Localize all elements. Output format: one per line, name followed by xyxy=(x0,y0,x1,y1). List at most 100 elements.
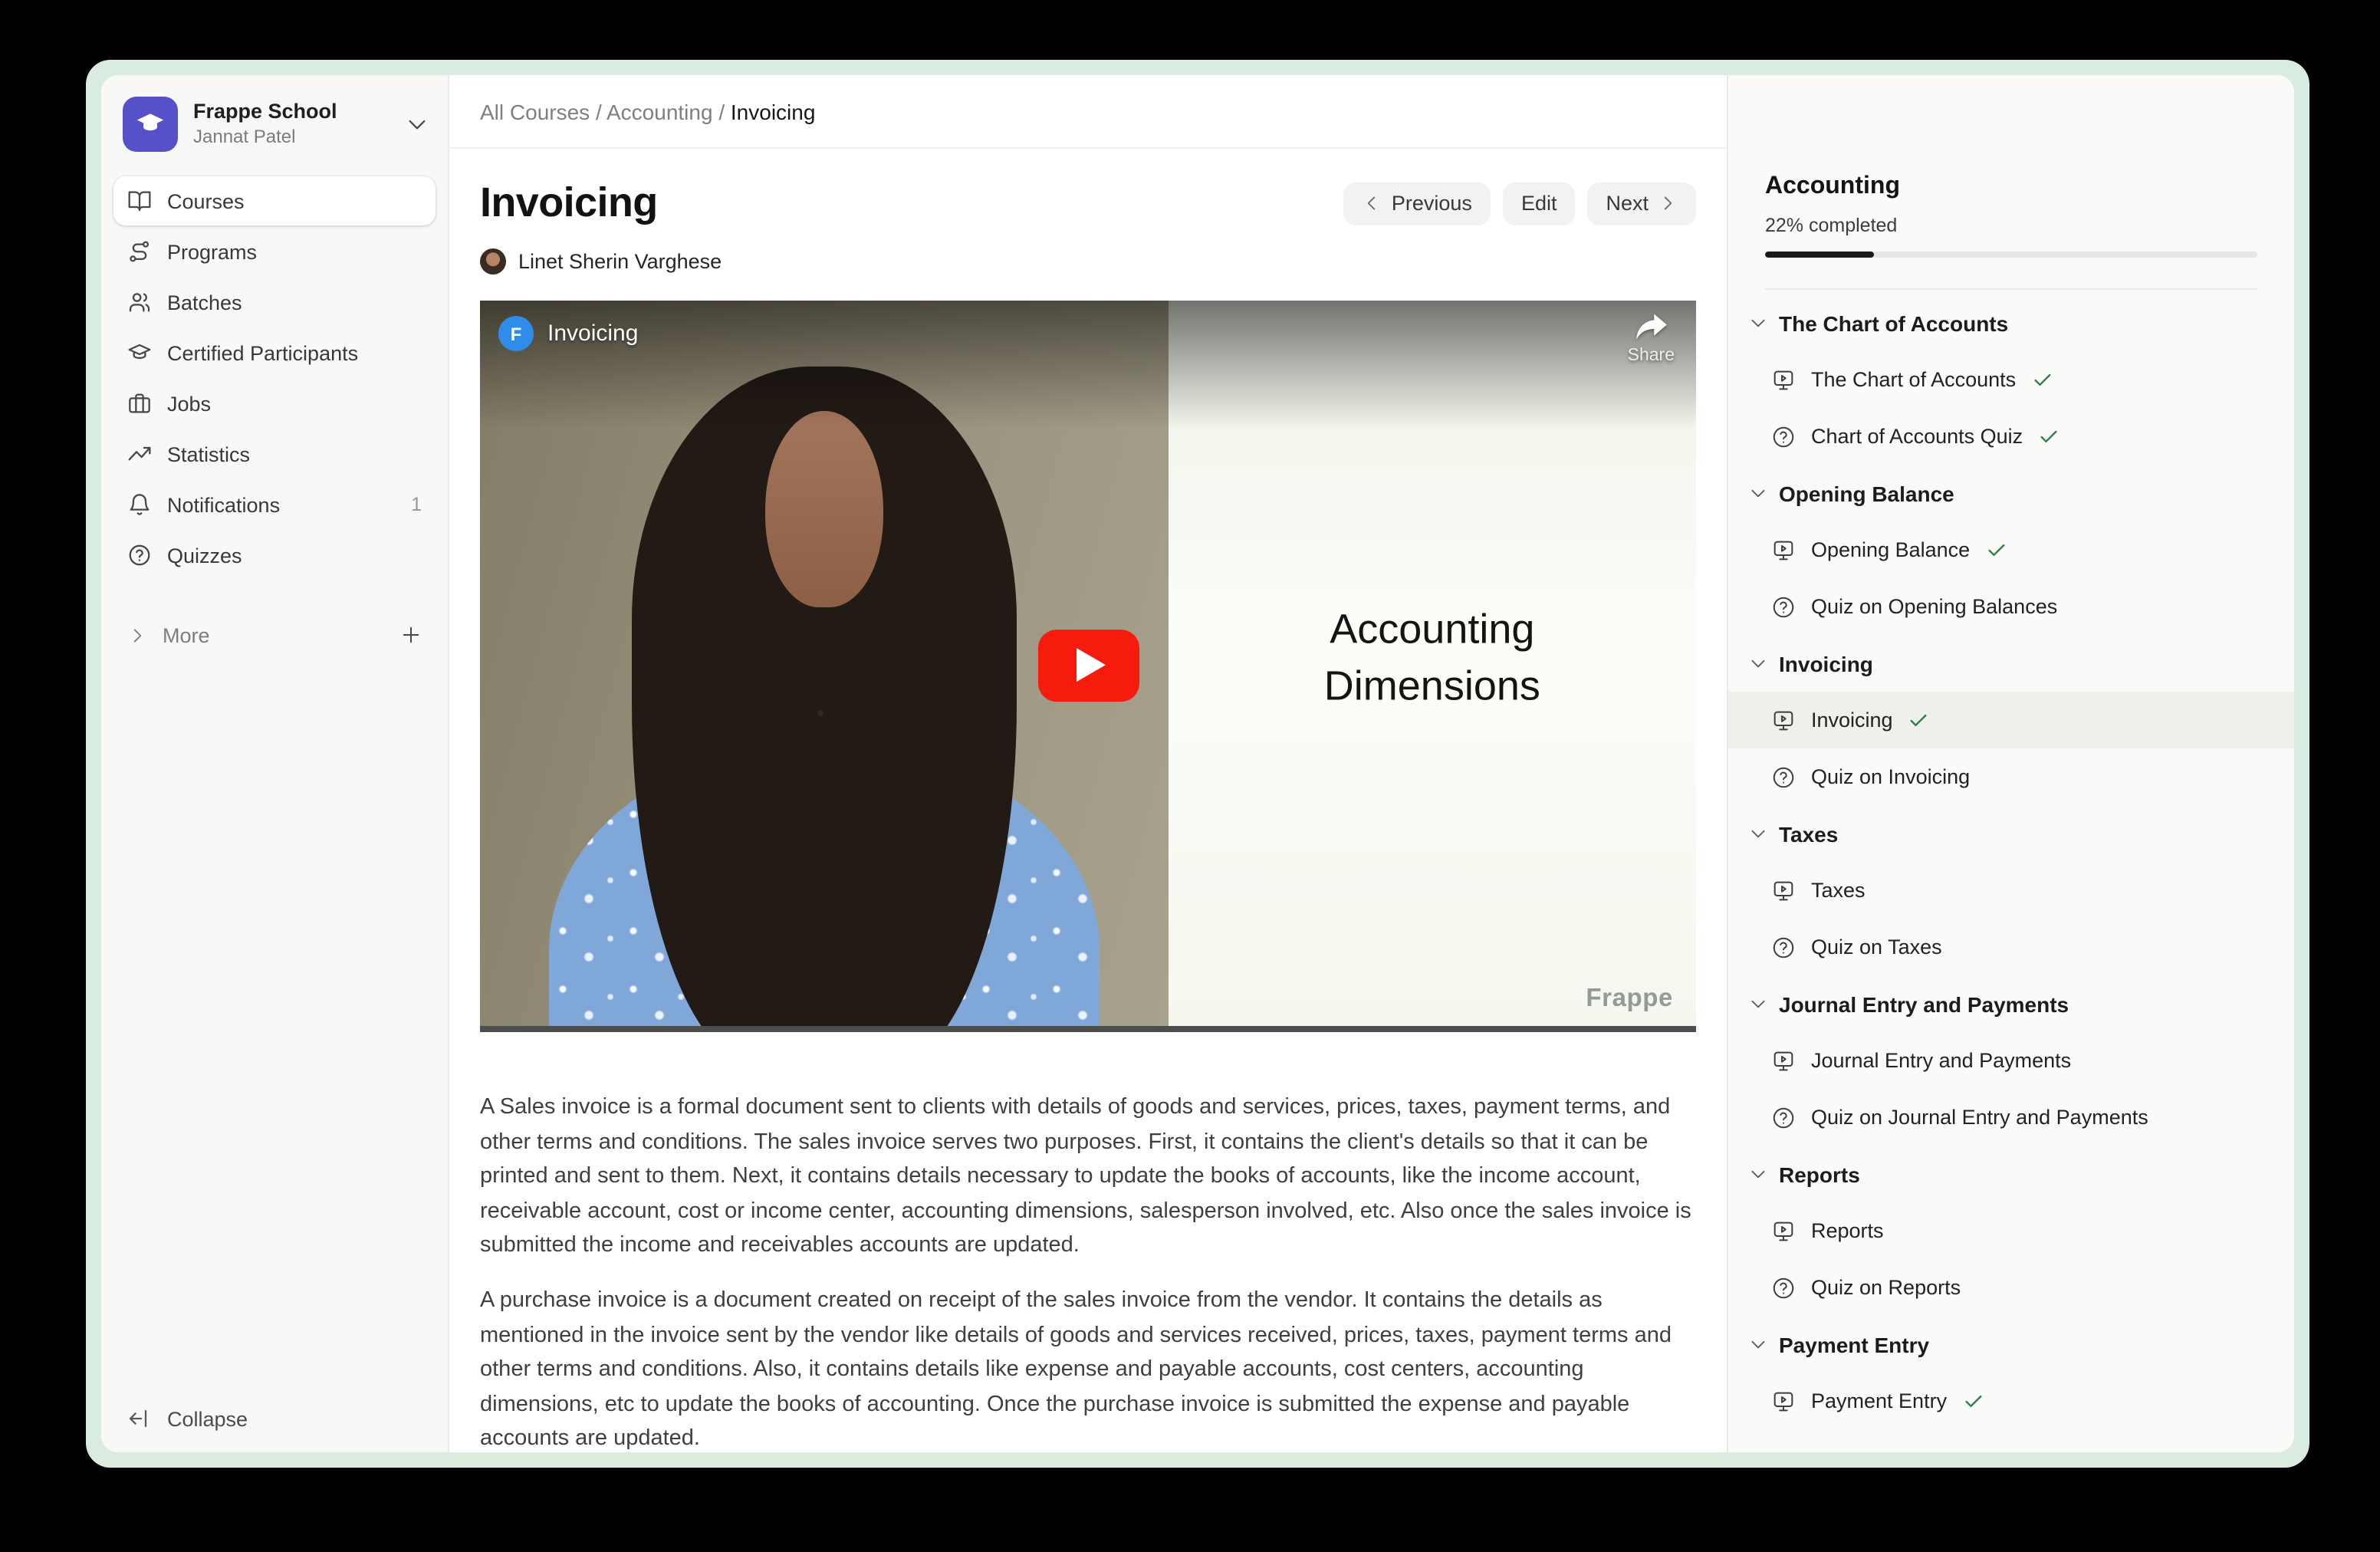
outline-item-label: The Chart of Accounts xyxy=(1811,368,2016,391)
sidebar-item-label: Courses xyxy=(167,189,245,212)
app-window: Frappe School Jannat Patel Courses Progr… xyxy=(101,75,2294,1452)
page-title: Invoicing xyxy=(480,179,658,227)
quiz-help-icon xyxy=(1771,594,1796,619)
progress-bar xyxy=(1765,252,2257,258)
outline-section-chart-of-accounts[interactable]: The Chart of Accounts xyxy=(1728,294,2294,351)
previous-label: Previous xyxy=(1392,192,1472,215)
video-top-gradient xyxy=(480,301,1696,429)
video-progress-bar[interactable] xyxy=(480,1026,1696,1032)
next-button[interactable]: Next xyxy=(1587,182,1696,225)
share-button[interactable]: Share xyxy=(1628,313,1675,365)
lesson-monitor-icon xyxy=(1771,1218,1796,1243)
outline-item-label: Reports xyxy=(1811,1219,1884,1242)
outline-item-lesson[interactable]: Reports xyxy=(1728,1202,2294,1259)
sidebar-item-more[interactable]: More xyxy=(113,610,436,659)
chevron-left-icon xyxy=(1363,193,1382,213)
outline-item-label: Quiz on Invoicing xyxy=(1811,765,1970,788)
outline-item-label: Invoicing xyxy=(1811,709,1893,732)
paragraph: A purchase invoice is a document created… xyxy=(480,1284,1696,1452)
share-label: Share xyxy=(1628,347,1675,365)
completed-check-icon xyxy=(1908,709,1930,731)
lesson-nav-buttons: Previous Edit Next xyxy=(1344,182,1696,225)
next-label: Next xyxy=(1606,192,1649,215)
outline-item-quiz[interactable]: Quiz on Invoicing xyxy=(1728,748,2294,805)
collapse-left-icon xyxy=(127,1406,152,1431)
course-title: Accounting xyxy=(1765,173,2257,201)
previous-button[interactable]: Previous xyxy=(1344,182,1491,225)
edit-label: Edit xyxy=(1521,192,1557,215)
chevron-right-icon xyxy=(127,625,147,645)
chevron-down-icon xyxy=(1748,483,1768,503)
sidebar-menu: Courses Programs Batches Certified Parti… xyxy=(101,170,448,661)
outline-item-lesson[interactable]: Opening Balance xyxy=(1728,521,2294,578)
lesson-monitor-icon xyxy=(1771,1048,1796,1073)
video-title-overlay[interactable]: Invoicing xyxy=(547,321,638,347)
breadcrumb-all-courses[interactable]: All Courses xyxy=(480,99,590,123)
chevron-down-icon[interactable] xyxy=(405,112,429,136)
outline-item-label: Payment Entry xyxy=(1811,1389,1947,1412)
collapse-sidebar-button[interactable]: Collapse xyxy=(101,1385,448,1452)
outline-section-opening-balance[interactable]: Opening Balance xyxy=(1728,465,2294,521)
chevron-down-icon xyxy=(1748,994,1768,1014)
sidebar-item-label: Jobs xyxy=(167,392,211,415)
breadcrumb-bar: All Courses / Accounting / Invoicing xyxy=(449,75,1727,149)
outline-item-quiz[interactable]: Quiz on Taxes xyxy=(1728,919,2294,975)
sidebar-item-jobs[interactable]: Jobs xyxy=(113,379,436,428)
lesson-content: Invoicing Previous Edit Next xyxy=(449,149,1727,1452)
outline-item-lesson[interactable]: The Chart of Accounts xyxy=(1728,351,2294,408)
youtube-play-button[interactable] xyxy=(1037,629,1139,701)
sidebar-item-certified-participants[interactable]: Certified Participants xyxy=(113,328,436,377)
outline-item-lesson[interactable]: Journal Entry and Payments xyxy=(1728,1032,2294,1089)
workspace-info: Frappe School Jannat Patel xyxy=(193,99,337,150)
sidebar-item-statistics[interactable]: Statistics xyxy=(113,429,436,478)
sidebar-item-label: Programs xyxy=(167,240,257,263)
frappe-watermark: Frappe xyxy=(1586,985,1673,1014)
outline-item-quiz[interactable]: Quiz on Reports xyxy=(1728,1259,2294,1316)
plus-icon[interactable] xyxy=(400,624,422,646)
outline-section-taxes[interactable]: Taxes xyxy=(1728,805,2294,862)
section-title: Opening Balance xyxy=(1779,481,1954,505)
sidebar-item-notifications[interactable]: Notifications 1 xyxy=(113,480,436,529)
outline-section-invoicing[interactable]: Invoicing xyxy=(1728,635,2294,692)
outline-item-label: Taxes xyxy=(1811,879,1866,902)
outline-item-quiz[interactable]: Quiz on Journal Entry and Payments xyxy=(1728,1089,2294,1146)
course-outline-list: The Chart of Accounts The Chart of Accou… xyxy=(1728,290,2294,1429)
edit-button[interactable]: Edit xyxy=(1503,182,1576,225)
section-title: Taxes xyxy=(1779,821,1838,846)
video-player[interactable]: Accounting Dimensions F Invoicing Share xyxy=(480,301,1696,1032)
left-sidebar: Frappe School Jannat Patel Courses Progr… xyxy=(101,75,449,1452)
author-name: Linet Sherin Varghese xyxy=(518,250,722,273)
outline-item-lesson[interactable]: Payment Entry xyxy=(1728,1373,2294,1429)
outline-section-reports[interactable]: Reports xyxy=(1728,1146,2294,1202)
sidebar-item-programs[interactable]: Programs xyxy=(113,227,436,276)
outline-item-label: Quiz on Reports xyxy=(1811,1276,1961,1299)
lesson-title-row: Invoicing Previous Edit Next xyxy=(480,179,1696,227)
section-title: Journal Entry and Payments xyxy=(1779,991,2069,1016)
frappe-school-logo xyxy=(123,97,178,152)
briefcase-icon xyxy=(127,391,152,416)
breadcrumb-separator: / xyxy=(718,99,725,123)
app-window-frame: Frappe School Jannat Patel Courses Progr… xyxy=(86,60,2309,1468)
lesson-monitor-icon xyxy=(1771,1389,1796,1413)
outline-item-quiz[interactable]: Quiz on Opening Balances xyxy=(1728,578,2294,635)
sidebar-item-quizzes[interactable]: Quizzes xyxy=(113,531,436,580)
workspace-switcher[interactable]: Frappe School Jannat Patel xyxy=(101,75,448,170)
sidebar-item-label: Notifications xyxy=(167,493,280,516)
lesson-monitor-icon xyxy=(1771,708,1796,732)
completed-check-icon xyxy=(1962,1390,1984,1412)
outline-item-label: Opening Balance xyxy=(1811,538,1970,561)
quiz-help-icon xyxy=(1771,424,1796,449)
sidebar-item-courses[interactable]: Courses xyxy=(113,176,436,225)
section-title: Invoicing xyxy=(1779,651,1873,676)
sidebar-item-batches[interactable]: Batches xyxy=(113,278,436,327)
progress-label: 22% completed xyxy=(1765,215,2257,236)
outline-item-lesson-active[interactable]: Invoicing xyxy=(1728,692,2294,748)
notification-count-badge: 1 xyxy=(411,494,422,515)
outline-section-journal-entry[interactable]: Journal Entry and Payments xyxy=(1728,975,2294,1032)
channel-avatar[interactable]: F xyxy=(498,316,534,351)
outline-section-payment-entry[interactable]: Payment Entry xyxy=(1728,1316,2294,1373)
outline-item-quiz[interactable]: Chart of Accounts Quiz xyxy=(1728,408,2294,465)
outline-item-lesson[interactable]: Taxes xyxy=(1728,862,2294,919)
lesson-text: A Sales invoice is a formal document sen… xyxy=(480,1090,1696,1452)
breadcrumb-accounting[interactable]: Accounting xyxy=(607,99,713,123)
